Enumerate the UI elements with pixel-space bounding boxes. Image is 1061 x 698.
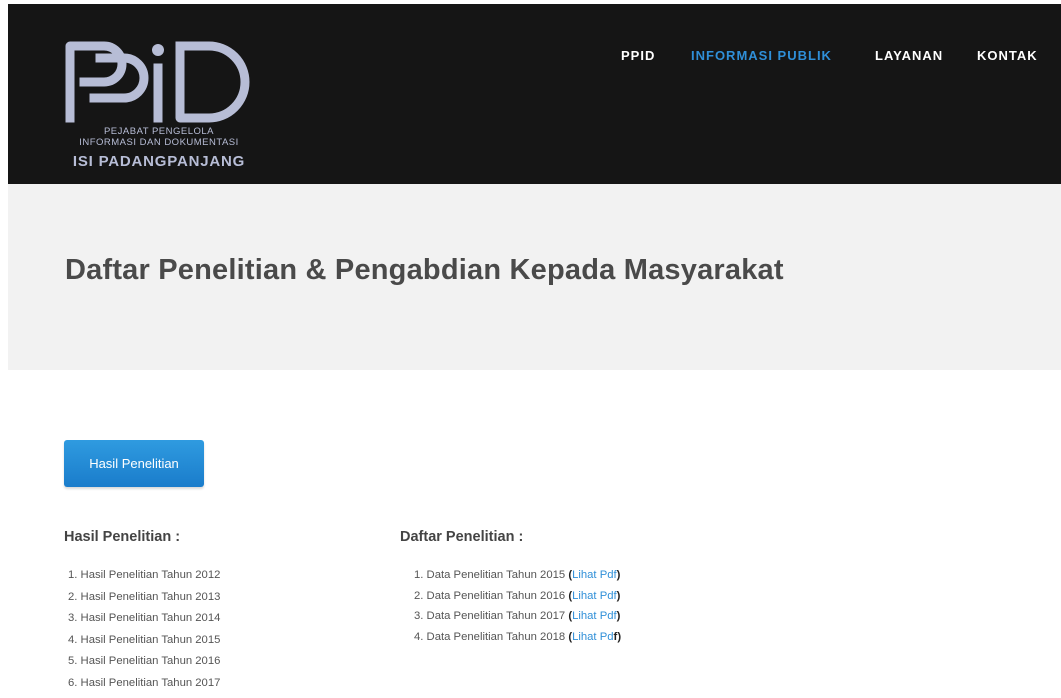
nav-item-informasi-publik[interactable]: INFORMASI PUBLIK [691,48,832,63]
list-item-text: 2. Data Penelitian Tahun 2016 [414,589,566,602]
list-item-text: 1. Data Penelitian Tahun 2015 [414,569,566,581]
page-hero: Daftar Penelitian & Pengabdian Kepada Ma… [8,184,1061,370]
hasil-penelitian-heading: Hasil Penelitian : [64,529,181,545]
list-item: 2. Data Penelitian Tahun 2016 (Lihat Pdf… [414,589,621,610]
list-item[interactable]: 5. Hasil Penelitian Tahun 2016 [68,654,220,676]
list-item[interactable]: 6. Hasil Penelitian Tahun 2017 [68,676,220,698]
site-header: PEJABAT PENGELOLA INFORMASI DAN DOKUMENT… [8,4,1061,184]
lihat-pdf-link[interactable]: Lihat Pdf [572,569,617,581]
daftar-penelitian-list: 1. Data Penelitian Tahun 2015 (Lihat Pdf… [414,568,621,651]
close-paren: ) [616,569,621,581]
close-paren: ) [617,631,622,644]
list-item: 1. Data Penelitian Tahun 2015 (Lihat Pdf… [414,568,621,589]
nav-item-kontak[interactable]: KONTAK [977,48,1038,63]
list-item-text: 3. Data Penelitian Tahun 2017 [414,610,566,623]
lihat-pdf-link[interactable]: Lihat Pdf [572,610,617,622]
list-item[interactable]: 2. Hasil Penelitian Tahun 2013 [68,590,220,612]
list-item: 3. Data Penelitian Tahun 2017 (Lihat Pdf… [414,609,621,630]
daftar-penelitian-heading: Daftar Penelitian : [400,529,524,545]
hasil-penelitian-section: Hasil Penelitian : 1. Hasil Penelitian T… [64,529,220,689]
logo-subtitle-line2: INFORMASI DAN DOKUMENTASI [79,137,239,148]
daftar-penelitian-section: Daftar Penelitian : 1. Data Penelitian T… [400,529,621,643]
hasil-penelitian-list: 1. Hasil Penelitian Tahun 2012 2. Hasil … [68,568,220,697]
list-item[interactable]: 3. Hasil Penelitian Tahun 2014 [68,611,220,633]
lihat-pdf-link[interactable]: Lihat Pdf [572,590,617,602]
ppid-logo-mark-icon [65,41,250,123]
ppid-logo[interactable]: PEJABAT PENGELOLA INFORMASI DAN DOKUMENT… [64,36,264,176]
close-paren: ) [616,589,621,602]
hasil-penelitian-button[interactable]: Hasil Penelitian [64,440,204,487]
page-title: Daftar Penelitian & Pengabdian Kepada Ma… [65,254,784,286]
list-item[interactable]: 1. Hasil Penelitian Tahun 2012 [68,568,220,590]
nav-item-layanan[interactable]: LAYANAN [875,48,943,63]
list-item: 4. Data Penelitian Tahun 2018 (Lihat Pdf… [414,630,621,651]
lihat-pdf-link[interactable]: Lihat Pd [572,631,613,643]
list-item[interactable]: 4. Hasil Penelitian Tahun 2015 [68,633,220,655]
list-item-text: 4. Data Penelitian Tahun 2018 [414,631,566,644]
logo-org-name: ISI PADANGPANJANG [72,153,246,170]
nav-item-ppid[interactable]: PPID [621,48,655,63]
close-paren: ) [616,610,621,623]
